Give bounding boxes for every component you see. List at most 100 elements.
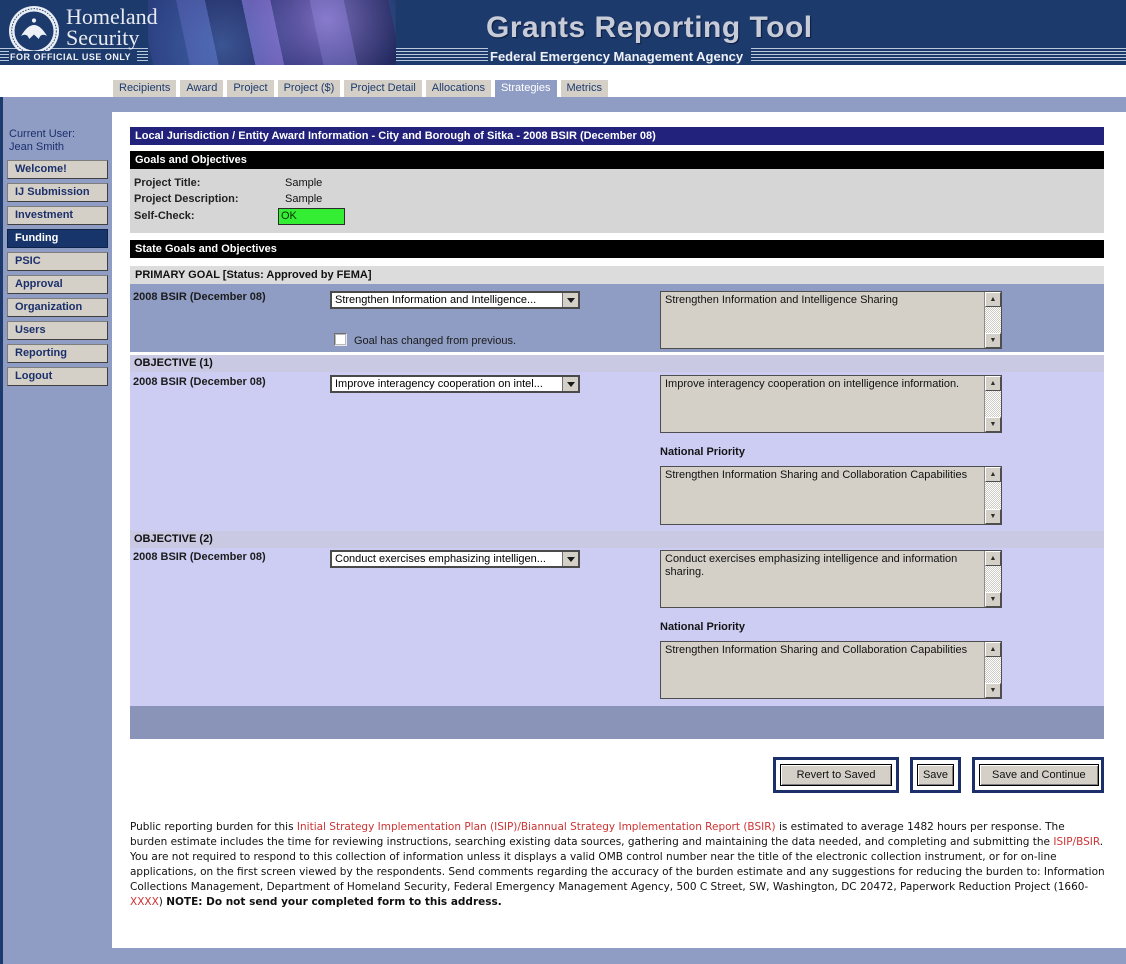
sidebar-item-ij-submission[interactable]: IJ Submission	[7, 183, 108, 202]
objective-1-national-priority-value: Strengthen Information Sharing and Colla…	[661, 467, 984, 524]
sidebar-item-organization[interactable]: Organization	[7, 298, 108, 317]
objective-1-dropdown[interactable]: Improve interagency cooperation on intel…	[330, 375, 580, 393]
objective-2-dropdown[interactable]: Conduct exercises emphasizing intelligen…	[330, 550, 580, 568]
sidebar-item-funding[interactable]: Funding	[7, 229, 108, 248]
scroll-up-icon[interactable]: ▲	[985, 292, 1001, 307]
scrollbar[interactable]: ▲ ▼	[984, 467, 1001, 524]
isip-bsir-short-reference: ISIP/BSIR	[1053, 836, 1099, 848]
logo-line2: Security	[66, 27, 158, 48]
objective-1-period-label: 2008 BSIR (December 08)	[133, 376, 266, 388]
objective-2-national-priority-textarea[interactable]: Strengthen Information Sharing and Colla…	[660, 641, 1002, 699]
tab-project-detail[interactable]: Project Detail	[344, 80, 421, 97]
agency-subtitle: Federal Emergency Management Agency	[488, 48, 751, 65]
tab-allocations[interactable]: Allocations	[426, 80, 491, 97]
scroll-down-icon[interactable]: ▼	[985, 683, 1001, 698]
tab-award[interactable]: Award	[180, 80, 223, 97]
tab-recipients[interactable]: Recipients	[113, 80, 176, 97]
primary-goal-header: PRIMARY GOAL [Status: Approved by FEMA]	[130, 266, 1104, 284]
scrollbar[interactable]: ▲ ▼	[984, 292, 1001, 348]
header-photo-collage	[148, 0, 396, 65]
objective-1-national-priority-textarea[interactable]: Strengthen Information Sharing and Colla…	[660, 466, 1002, 525]
save-and-continue-button[interactable]: Save and Continue	[979, 764, 1099, 786]
chevron-down-icon	[562, 377, 578, 391]
state-goals-header: State Goals and Objectives	[130, 240, 1104, 258]
scrollbar-track[interactable]	[985, 657, 1001, 683]
scrollbar[interactable]: ▲ ▼	[984, 376, 1001, 432]
app-title: Grants Reporting Tool	[486, 11, 813, 45]
objective-2-national-priority-label: National Priority	[660, 621, 745, 633]
goal-changed-checkbox[interactable]	[334, 333, 347, 346]
objective-2-period-label: 2008 BSIR (December 08)	[133, 551, 266, 563]
project-title-label: Project Title:	[134, 177, 200, 189]
scroll-up-icon[interactable]: ▲	[985, 467, 1001, 482]
scrollbar-track[interactable]	[985, 566, 1001, 592]
top-navigation-tabs: RecipientsAwardProject Project ($)Project…	[113, 80, 612, 97]
page-title: Local Jurisdiction / Entity Award Inform…	[130, 127, 1104, 145]
tab-strategies[interactable]: Strategies	[495, 80, 557, 97]
scroll-down-icon[interactable]: ▼	[985, 333, 1001, 348]
sidebar-item-approval[interactable]: Approval	[7, 275, 108, 294]
scroll-up-icon[interactable]: ▲	[985, 642, 1001, 657]
logo-line1: Homeland	[66, 6, 158, 27]
footer-text: Public reporting burden for this	[130, 821, 297, 833]
sidebar-item-logout[interactable]: Logout	[7, 367, 108, 386]
primary-goal-dropdown[interactable]: Strengthen Information and Intelligence.…	[330, 291, 580, 309]
sidebar-item-reporting[interactable]: Reporting	[7, 344, 108, 363]
primary-goal-textarea[interactable]: Strengthen Information and Intelligence …	[660, 291, 1002, 349]
current-user-name: Jean Smith	[9, 141, 75, 154]
save-continue-button-frame: Save and Continue	[972, 757, 1104, 793]
primary-goal-dropdown-value: Strengthen Information and Intelligence.…	[332, 293, 562, 307]
scrollbar-track[interactable]	[985, 307, 1001, 333]
footer-note: NOTE: Do not send your completed form to…	[166, 896, 502, 908]
objective-1-textarea-value: Improve interagency cooperation on intel…	[661, 376, 984, 432]
project-info-box: Project Title: Sample Project Descriptio…	[130, 169, 1104, 233]
scroll-down-icon[interactable]: ▼	[985, 509, 1001, 524]
sidebar-item-welcome[interactable]: Welcome!	[7, 160, 108, 179]
scroll-down-icon[interactable]: ▼	[985, 417, 1001, 432]
primary-goal-period-label: 2008 BSIR (December 08)	[133, 291, 266, 303]
grants-reporting-tool-page: { "header": { "logo_line1": "Homeland", …	[0, 0, 1126, 964]
revert-button-frame: Revert to Saved	[773, 757, 899, 793]
save-button-frame: Save	[910, 757, 961, 793]
project-description-value: Sample	[285, 193, 322, 205]
objective-1-dropdown-value: Improve interagency cooperation on intel…	[332, 377, 562, 391]
objective-2-header: OBJECTIVE (2)	[130, 531, 1104, 548]
sidebar-item-users[interactable]: Users	[7, 321, 108, 340]
tab-project-dollars[interactable]: Project ($)	[278, 80, 341, 97]
paperwork-burden-notice: Public reporting burden for this Initial…	[130, 820, 1105, 910]
scroll-down-icon[interactable]: ▼	[985, 592, 1001, 607]
objective-1-header: OBJECTIVE (1)	[130, 355, 1104, 372]
revert-to-saved-button[interactable]: Revert to Saved	[780, 764, 892, 786]
objective-1-textarea[interactable]: Improve interagency cooperation on intel…	[660, 375, 1002, 433]
scroll-up-icon[interactable]: ▲	[985, 376, 1001, 391]
objective-2-dropdown-value: Conduct exercises emphasizing intelligen…	[332, 552, 562, 566]
goal-changed-checkbox-label: Goal has changed from previous.	[354, 335, 516, 347]
isip-bsir-long-reference: Initial Strategy Implementation Plan (IS…	[297, 821, 776, 833]
sidebar-item-psic[interactable]: PSIC	[7, 252, 108, 271]
objective-2-textarea[interactable]: Conduct exercises emphasizing intelligen…	[660, 550, 1002, 608]
project-description-label: Project Description:	[134, 193, 239, 205]
tab-metrics[interactable]: Metrics	[561, 80, 608, 97]
chevron-down-icon	[562, 293, 578, 307]
scroll-up-icon[interactable]: ▲	[985, 551, 1001, 566]
current-user-label: Current User:	[9, 128, 75, 141]
scrollbar-track[interactable]	[985, 391, 1001, 417]
scrollbar-track[interactable]	[985, 482, 1001, 509]
tab-project[interactable]: Project	[227, 80, 273, 97]
sidebar-item-investment[interactable]: Investment	[7, 206, 108, 225]
objective-2-textarea-value: Conduct exercises emphasizing intelligen…	[661, 551, 984, 607]
scrollbar[interactable]: ▲ ▼	[984, 551, 1001, 607]
objective-1-national-priority-label: National Priority	[660, 446, 745, 458]
official-use-label: FOR OFFICIAL USE ONLY	[9, 51, 137, 63]
primary-goal-textarea-value: Strengthen Information and Intelligence …	[661, 292, 984, 348]
homeland-security-wordmark: Homeland Security	[66, 6, 158, 48]
current-user-block: Current User: Jean Smith	[9, 128, 75, 154]
objective-2-national-priority-value: Strengthen Information Sharing and Colla…	[661, 642, 984, 698]
scrollbar[interactable]: ▲ ▼	[984, 642, 1001, 698]
goals-objectives-header: Goals and Objectives	[130, 151, 1104, 169]
form-bottom-band	[130, 706, 1104, 739]
save-button[interactable]: Save	[917, 764, 954, 786]
project-title-value: Sample	[285, 177, 322, 189]
app-header: Homeland Security FOR OFFICIAL USE ONLY …	[0, 0, 1126, 65]
omb-number-placeholder: XXXX	[130, 896, 159, 908]
